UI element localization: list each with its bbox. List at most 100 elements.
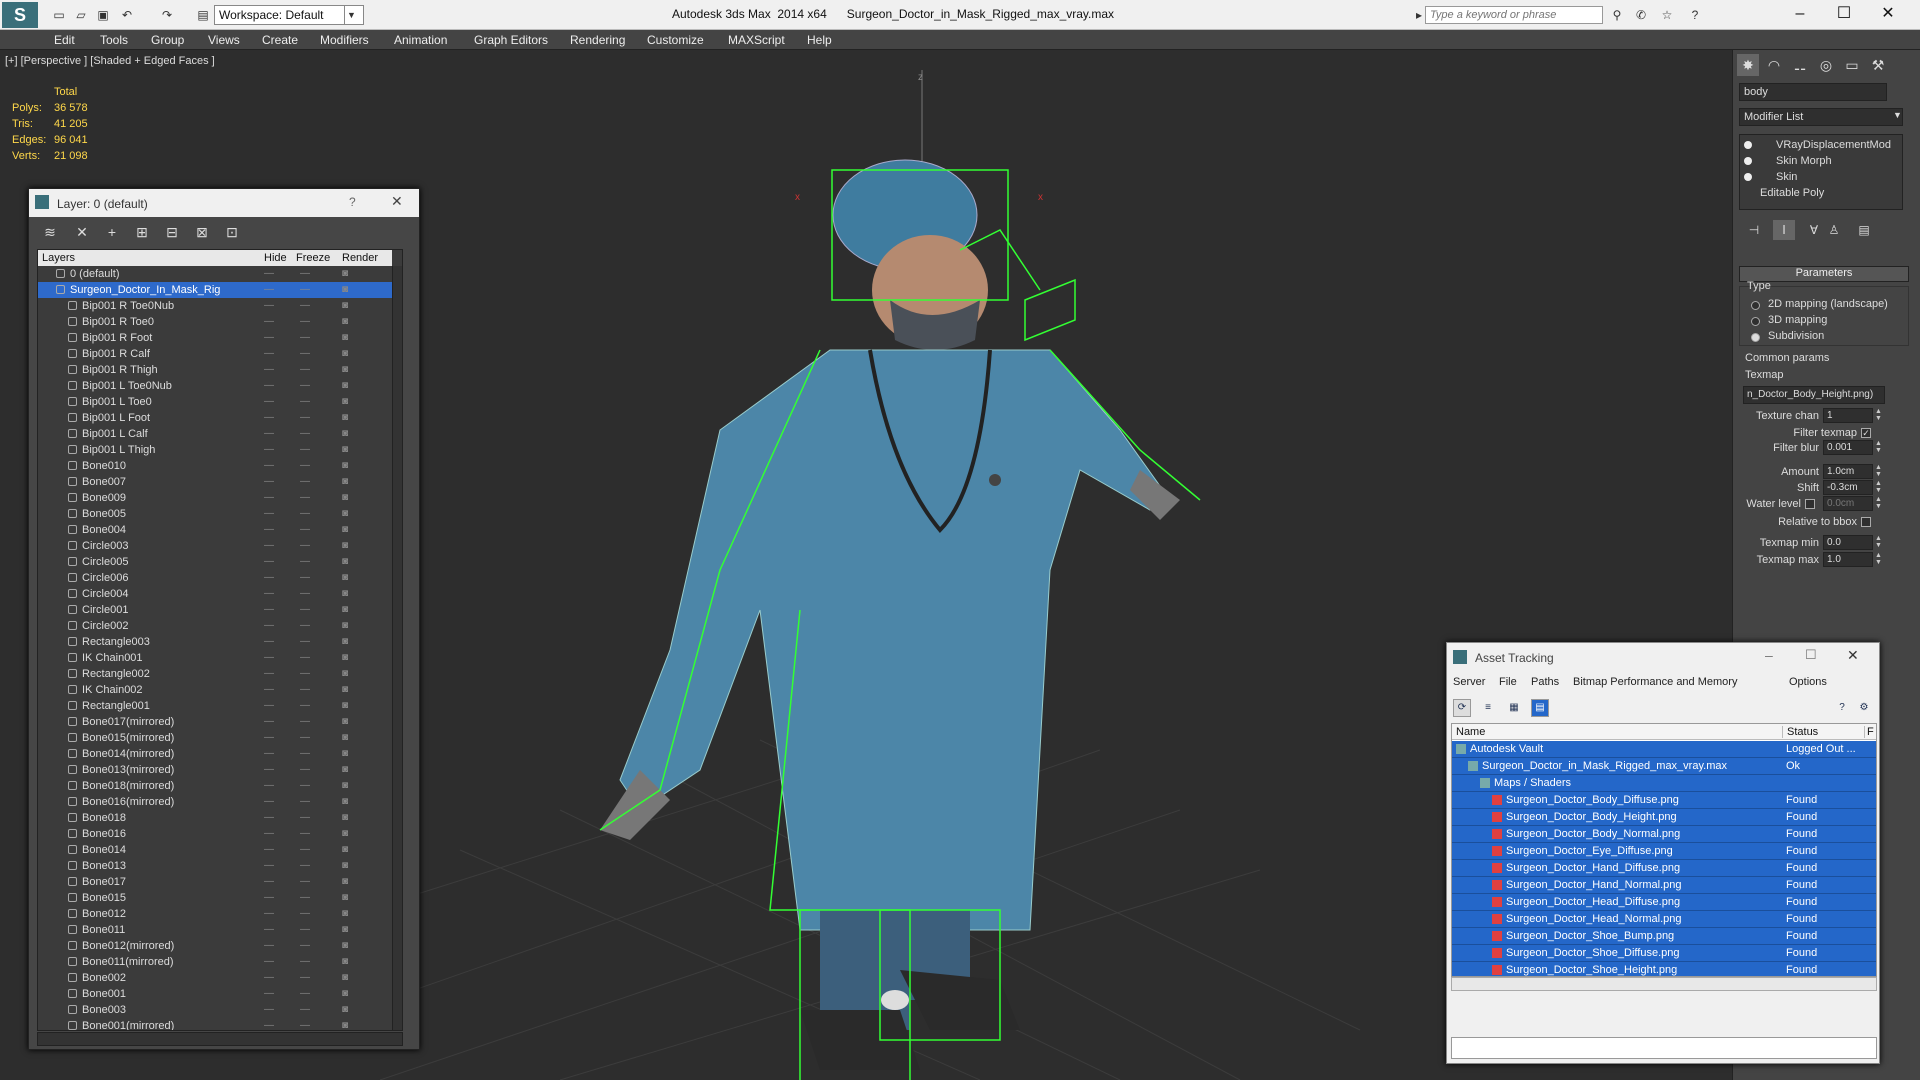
freeze-toggle[interactable]: — (300, 396, 310, 407)
render-toggle[interactable]: ◙ (342, 892, 348, 903)
freeze-toggle[interactable]: — (300, 1004, 310, 1015)
chevron-down-icon[interactable]: ▼ (1893, 110, 1902, 120)
asset-menu-bitmap-performance[interactable]: Bitmap Performance and Memory (1573, 676, 1737, 688)
render-toggle[interactable]: ◙ (342, 412, 348, 423)
render-toggle[interactable]: ◙ (342, 300, 348, 311)
render-toggle[interactable]: ◙ (342, 716, 348, 727)
column-full-path[interactable]: F (1864, 726, 1874, 738)
layer-object-row[interactable]: Bone017(mirrored) — — ◙ (38, 714, 392, 730)
filter-blur-field[interactable]: 0.001 (1823, 440, 1873, 455)
hide-toggle[interactable]: — (264, 860, 274, 871)
menu-group[interactable]: Group (151, 33, 184, 47)
stack-item-skin[interactable]: Skin (1740, 169, 1904, 185)
layer-row[interactable]: Surgeon_Doctor_In_Mask_Rig — — ◙ (38, 282, 392, 298)
menu-animation[interactable]: Animation (394, 33, 447, 47)
layer-object-row[interactable]: Bone009 — — ◙ (38, 490, 392, 506)
search-input[interactable] (1425, 6, 1603, 24)
display-tab-icon[interactable]: ▭ (1841, 54, 1863, 76)
freeze-toggle[interactable]: — (300, 748, 310, 759)
layer-object-row[interactable]: Bone007 — — ◙ (38, 474, 392, 490)
freeze-toggle[interactable]: — (300, 268, 310, 279)
spinner-icon[interactable]: ▲ ▼ (1875, 535, 1883, 550)
column-layers[interactable]: Layers (42, 252, 75, 264)
render-toggle[interactable]: ◙ (342, 908, 348, 919)
make-unique-icon[interactable]: ∀ (1803, 220, 1825, 240)
new-file-icon[interactable]: ▭ (52, 8, 66, 22)
hide-toggle[interactable]: — (264, 364, 274, 375)
hide-toggle[interactable]: — (264, 956, 274, 967)
hide-toggle[interactable]: — (264, 684, 274, 695)
layer-object-row[interactable]: IK Chain001 — — ◙ (38, 650, 392, 666)
pin-stack-icon[interactable]: ⊣ (1743, 220, 1765, 240)
relative-bbox-checkbox[interactable] (1861, 517, 1871, 527)
layer-object-row[interactable]: Bone001(mirrored) — — ◙ (38, 1018, 392, 1030)
radio-3d-mapping[interactable] (1751, 317, 1760, 326)
hide-toggle[interactable]: — (264, 764, 274, 775)
render-toggle[interactable]: ◙ (342, 652, 348, 663)
undo-icon[interactable]: ↶ (120, 8, 134, 22)
render-toggle[interactable]: ◙ (342, 396, 348, 407)
hide-toggle[interactable]: — (264, 300, 274, 311)
hide-toggle[interactable]: — (264, 892, 274, 903)
asset-row[interactable]: Surgeon_Doctor_Head_Diffuse.png Found (1452, 894, 1876, 911)
close-dialog-button[interactable]: ✕ (391, 193, 403, 210)
texture-chan-field[interactable]: 1 (1823, 408, 1873, 423)
render-toggle[interactable]: ◙ (342, 380, 348, 391)
freeze-toggle[interactable]: — (300, 716, 310, 727)
list-view-icon[interactable]: ≡ (1479, 699, 1497, 717)
layer-object-row[interactable]: Bip001 L Thigh — — ◙ (38, 442, 392, 458)
render-toggle[interactable]: ◙ (342, 508, 348, 519)
render-toggle[interactable]: ◙ (342, 268, 348, 279)
hide-toggle[interactable]: — (264, 396, 274, 407)
asset-row[interactable]: Surgeon_Doctor_Eye_Diffuse.png Found (1452, 843, 1876, 860)
water-level-field[interactable]: 0.0cm (1823, 496, 1873, 511)
render-toggle[interactable]: ◙ (342, 732, 348, 743)
layer-object-row[interactable]: Bip001 L Toe0 — — ◙ (38, 394, 392, 410)
layer-object-row[interactable]: Bip001 L Foot — — ◙ (38, 410, 392, 426)
texmap-max-field[interactable]: 1.0 (1823, 552, 1873, 567)
hide-toggle[interactable]: — (264, 748, 274, 759)
hide-toggle[interactable]: — (264, 652, 274, 663)
layer-object-row[interactable]: Bone002 — — ◙ (38, 970, 392, 986)
freeze-toggle[interactable]: — (300, 524, 310, 535)
hide-toggle[interactable]: — (264, 700, 274, 711)
communication-center-icon[interactable]: ✆ (1634, 8, 1648, 22)
select-objects-icon[interactable]: ⊟ (163, 223, 181, 241)
layer-list-scrollbar[interactable] (392, 266, 402, 1030)
hide-toggle[interactable]: — (264, 636, 274, 647)
asset-row[interactable]: Maps / Shaders (1452, 775, 1876, 792)
layer-object-row[interactable]: Bone001 — — ◙ (38, 986, 392, 1002)
asset-menu-file[interactable]: File (1499, 676, 1517, 688)
hide-toggle[interactable]: — (264, 588, 274, 599)
freeze-toggle[interactable]: — (300, 572, 310, 583)
render-toggle[interactable]: ◙ (342, 700, 348, 711)
render-toggle[interactable]: ◙ (342, 844, 348, 855)
layer-object-row[interactable]: Bip001 R Calf — — ◙ (38, 346, 392, 362)
layer-object-row[interactable]: Bone015 — — ◙ (38, 890, 392, 906)
hide-toggle[interactable]: — (264, 572, 274, 583)
asset-row[interactable]: Surgeon_Doctor_Body_Diffuse.png Found (1452, 792, 1876, 809)
highlight-layer-icon[interactable]: ⊠ (193, 223, 211, 241)
hide-toggle[interactable]: — (264, 380, 274, 391)
column-name[interactable]: Name (1456, 726, 1485, 738)
freeze-toggle[interactable]: — (300, 956, 310, 967)
menu-rendering[interactable]: Rendering (570, 33, 625, 47)
spinner-icon[interactable]: ▲ ▼ (1875, 408, 1883, 423)
freeze-toggle[interactable]: — (300, 684, 310, 695)
freeze-toggle[interactable]: — (300, 652, 310, 663)
layers-icon[interactable]: ≋ (41, 223, 59, 241)
hide-toggle[interactable]: — (264, 1020, 274, 1030)
lightbulb-icon[interactable] (1744, 157, 1752, 165)
menu-create[interactable]: Create (262, 33, 298, 47)
hide-toggle[interactable]: — (264, 284, 274, 295)
hide-toggle[interactable]: — (264, 268, 274, 279)
refresh-icon[interactable]: ⟳ (1453, 699, 1471, 717)
render-toggle[interactable]: ◙ (342, 636, 348, 647)
layer-object-row[interactable]: Bone012 — — ◙ (38, 906, 392, 922)
delete-layer-icon[interactable]: ✕ (73, 223, 91, 241)
freeze-toggle[interactable]: — (300, 284, 310, 295)
favorites-icon[interactable]: ☆ (1660, 8, 1674, 22)
hide-toggle[interactable]: — (264, 828, 274, 839)
freeze-toggle[interactable]: — (300, 380, 310, 391)
hide-toggle[interactable]: — (264, 780, 274, 791)
